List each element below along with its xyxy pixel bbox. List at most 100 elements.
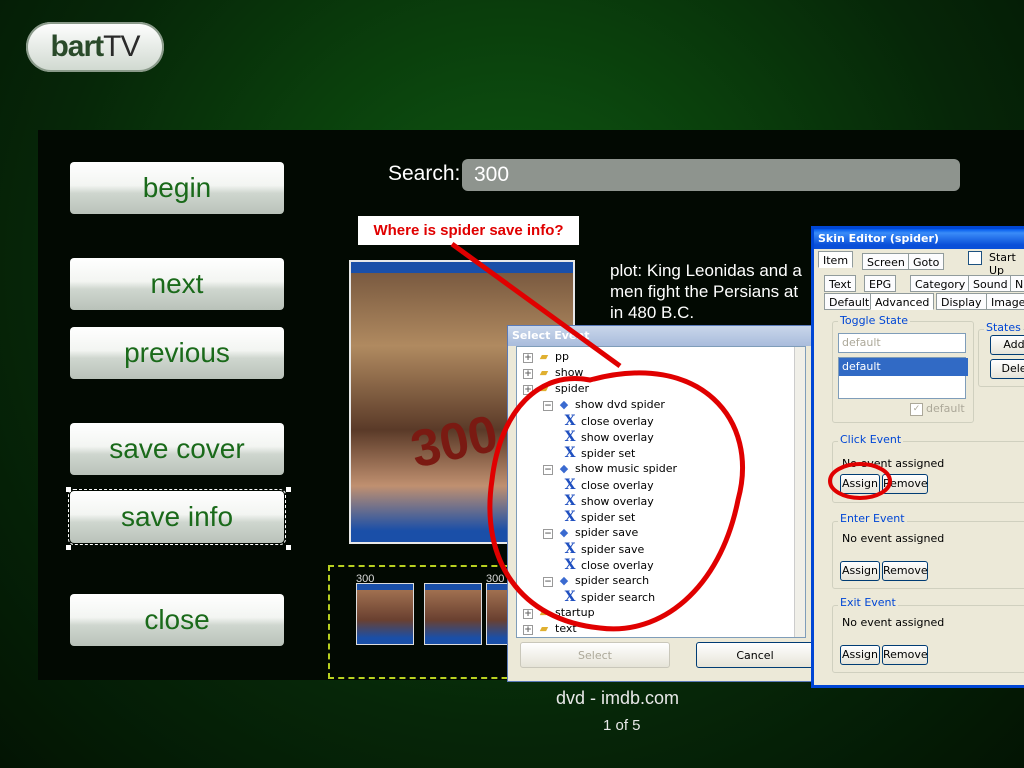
folder-icon: ▰ [539,382,549,395]
tree-node[interactable]: + ▰ spider [523,381,589,397]
click-event-label: Click Event [838,433,904,446]
exit-remove-button[interactable]: Remove [882,645,928,665]
collapse-icon[interactable]: − [543,529,553,539]
tree-node-label: startup [555,606,595,619]
tab-epg[interactable]: EPG [864,275,897,292]
tree-node[interactable]: Xspider set [563,509,636,525]
source-text: dvd - imdb.com [556,688,680,708]
tree-node-label: close overlay [581,415,654,428]
tab-image[interactable]: Image [986,293,1024,310]
expand-icon[interactable]: + [523,609,533,619]
tree-node-label: pp [555,350,569,363]
tab-more[interactable]: N [1010,275,1024,292]
add-state-button[interactable]: Add [990,335,1024,355]
expand-icon[interactable]: + [523,369,533,379]
annotation-note: Where is spider save info? [358,216,579,245]
selection-handle[interactable] [286,487,291,492]
tab-advanced[interactable]: Advanced [870,293,935,310]
select-button[interactable]: Select [520,642,670,668]
start-up-checkbox[interactable] [968,251,982,265]
tree-node-label: spider set [581,447,636,460]
tree-node-label: show dvd spider [575,398,665,411]
collapse-icon[interactable]: − [543,577,553,587]
search-input[interactable]: 300 [462,159,960,191]
tree-node[interactable]: + ▰ show [523,365,583,381]
expand-icon[interactable]: + [523,625,533,635]
tree-node[interactable]: + ▰ startup [523,605,595,621]
folder-icon: ▰ [539,622,549,635]
default-checkbox[interactable]: ✓ [910,403,923,416]
collapse-icon[interactable]: − [543,465,553,475]
tree-node[interactable]: Xclose overlay [563,477,654,493]
thumbnail[interactable] [486,583,508,645]
enter-assign-button[interactable]: Assign [840,561,880,581]
selection-handle[interactable] [66,487,71,492]
next-button[interactable]: next [70,258,284,310]
close-button[interactable]: close [70,594,284,646]
tree-node-label: show overlay [581,431,654,444]
enter-remove-button[interactable]: Remove [882,561,928,581]
tree-scrollbar[interactable] [794,347,805,637]
event-icon: X [564,429,576,445]
tree-node[interactable]: Xspider search [563,589,656,605]
tree-node[interactable]: − ◆ show dvd spider [543,397,665,413]
plot-text: plot: King Leonidas and a men fight the … [610,260,820,323]
collapse-icon[interactable]: − [543,401,553,411]
selection-handle[interactable] [66,545,71,550]
save-info-button[interactable]: save info [68,489,286,545]
cancel-button[interactable]: Cancel [696,642,814,668]
tree-node[interactable]: Xspider set [563,445,636,461]
tab-item[interactable]: Item [818,251,854,268]
toggle-state-list[interactable]: default [838,357,968,399]
delete-state-button[interactable]: Dele [990,359,1024,379]
thumbnail[interactable] [356,583,414,645]
exit-event-status: No event assigned [842,616,945,629]
tab-screen[interactable]: Screen [862,253,910,270]
enter-event-status: No event assigned [842,532,945,545]
previous-button[interactable]: previous [70,327,284,379]
click-event-status: No event assigned [842,457,945,470]
expand-icon[interactable]: + [523,385,533,395]
tree-node[interactable]: Xshow overlay [563,493,654,509]
exit-assign-button[interactable]: Assign [840,645,880,665]
click-remove-button[interactable]: Remove [882,474,928,494]
tree-node-label: spider save [581,543,645,556]
exit-event-label: Exit Event [838,596,898,609]
begin-button[interactable]: begin [70,162,284,214]
tree-node-label: spider search [575,574,650,587]
list-item[interactable]: default [839,358,968,376]
folder-icon: ▰ [539,366,549,379]
tree-node[interactable]: Xspider save [563,541,645,557]
event-icon: X [564,477,576,493]
tree-node[interactable]: Xshow overlay [563,429,654,445]
tab-goto[interactable]: Goto [908,253,945,270]
thumbnail[interactable] [424,583,482,645]
tab-text[interactable]: Text [824,275,857,292]
tree-node[interactable]: − ◆ spider search [543,573,649,589]
click-assign-button[interactable]: Assign [840,474,880,494]
tab-default[interactable]: Default [824,293,875,310]
expand-icon[interactable]: + [523,353,533,363]
tree-node[interactable]: + ▰ text [523,621,577,637]
event-tree[interactable]: + ▰ pp + ▰ show + ▰ spider − ◆ show dvd spider Xclos… [516,346,806,638]
event-group-icon: ◆ [559,398,569,411]
tree-node[interactable]: − ◆ show music spider [543,461,677,477]
tree-node[interactable]: Xclose overlay [563,413,654,429]
tab-display[interactable]: Display [936,293,987,310]
tree-node-label: show [555,366,584,379]
tab-category[interactable]: Category [910,275,971,292]
tree-node[interactable]: Xclose overlay [563,557,654,573]
event-group-icon: ◆ [559,462,569,475]
tree-node[interactable]: + ▰ pp [523,349,569,365]
tab-sound[interactable]: Sound [968,275,1013,292]
plot-line: men fight the Persians at [610,282,799,301]
tree-node[interactable]: − ◆ spider save [543,525,638,541]
event-icon: X [564,445,576,461]
tree-node-label: close overlay [581,559,654,572]
page-indicator: 1 of 5 [603,717,641,734]
event-icon: X [564,413,576,429]
toggle-state-field[interactable]: default [838,333,966,353]
save-cover-button[interactable]: save cover [70,423,284,475]
selection-handle[interactable] [286,545,291,550]
folder-icon: ▰ [539,350,549,363]
